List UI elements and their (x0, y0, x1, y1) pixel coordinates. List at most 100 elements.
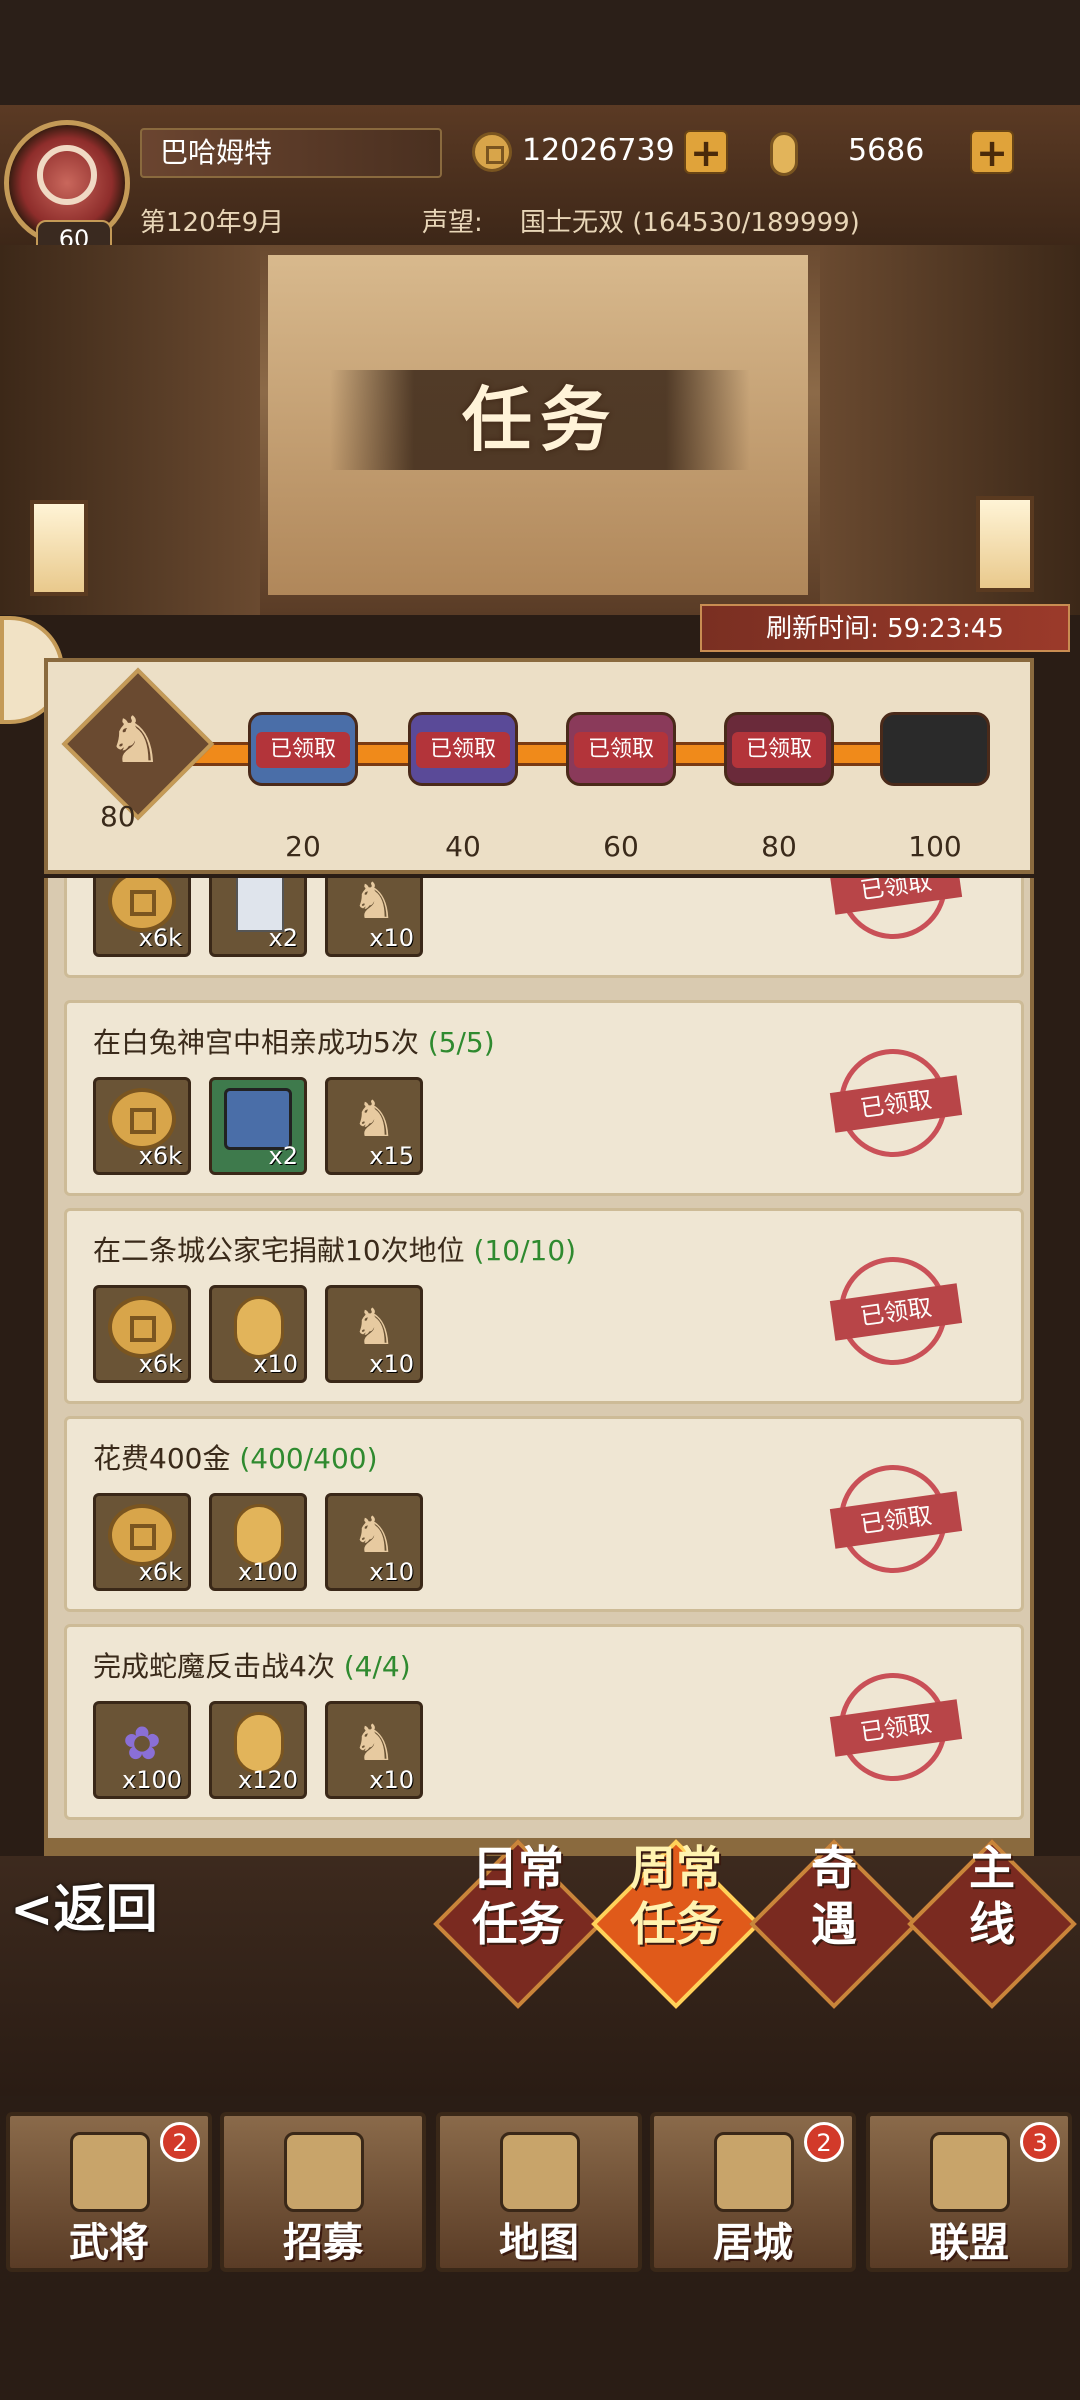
reward-item[interactable]: x100 (209, 1493, 307, 1591)
nav-label: 招募 (283, 2219, 363, 2266)
nav-label: 居城 (713, 2219, 793, 2266)
nav-recruit[interactable]: 招募 (220, 2112, 426, 2272)
tab-encounter-label: 奇 遇 (811, 1841, 857, 1951)
refresh-timer: 刷新时间: 59:23:45 (700, 604, 1070, 652)
task-card: 完成蛇魔反击战4次 (4/4) ✿ x100 x120 ♞ x10 已领取 (64, 1624, 1024, 1820)
reward-item[interactable]: ✿ x100 (93, 1701, 191, 1799)
reward-qty: x10 (253, 1350, 298, 1378)
reward-item[interactable]: x2 (209, 1077, 307, 1175)
milestone-chest-40[interactable]: 已领取 40 (408, 712, 518, 863)
player-name: 巴哈姆特 (140, 128, 442, 178)
task-title: 完成蛇魔反击战4次 (4/4) (93, 1645, 411, 1685)
lantern-right-icon (976, 496, 1034, 592)
claimed-label: 已领取 (256, 732, 350, 768)
ticket-amount: 5686 (848, 133, 925, 168)
task-card: 花费400金 (400/400) x6k x100 ♞ x10 已领取 (64, 1416, 1024, 1612)
claimed-label: 已领取 (829, 1075, 963, 1133)
reward-item[interactable]: x6k (93, 1493, 191, 1591)
nav-map[interactable]: 地图 (436, 2112, 642, 2272)
milestone-chest-100[interactable]: 100 (880, 712, 990, 863)
reward-item[interactable]: x6k (93, 1077, 191, 1175)
tab-daily-label: 日常 任务 (472, 1841, 564, 1951)
reward-qty: x2 (268, 924, 298, 952)
fame-label: 声望: (422, 208, 483, 238)
task-card: 在二条城公家宅捐献10次地位 (10/10) x6k x10 ♞ x10 已领取 (64, 1208, 1024, 1404)
reward-item[interactable]: ♞ x10 (325, 1285, 423, 1383)
claimed-label: 已领取 (574, 732, 668, 768)
nav-label: 地图 (499, 2219, 579, 2266)
reward-qty: x120 (237, 1766, 298, 1794)
reward-qty: x15 (369, 1142, 414, 1170)
tab-weekly-label: 周常 任务 (630, 1841, 722, 1951)
horse-icon: ♞ (351, 1506, 397, 1564)
horse-icon: ♞ (106, 704, 164, 778)
claimed-stamp: 已领取 (829, 1465, 963, 1573)
horse-icon: ♞ (351, 1298, 397, 1356)
reward-qty: x10 (369, 1558, 414, 1586)
task-card: 在白兔神宫中相亲成功5次 (5/5) x6k x2 ♞ x15 已领取 (64, 1000, 1024, 1196)
chest-icon (880, 712, 990, 786)
nav-generals[interactable]: 武将 2 (6, 2112, 212, 2272)
sword-rack-icon (284, 2132, 364, 2212)
game-date: 第120年9月 (140, 208, 285, 238)
claimed-label: 已领取 (416, 732, 510, 768)
gold-bar-icon (234, 1296, 284, 1358)
reward-qty: x10 (369, 924, 414, 952)
milestone-value: 40 (445, 830, 481, 863)
tab-main-story-label: 主 线 (969, 1841, 1015, 1951)
claimed-stamp: 已领取 (829, 878, 963, 939)
task-progress: (400/400) (239, 1442, 378, 1475)
reward-qty: x10 (369, 1350, 414, 1378)
notification-badge: 2 (804, 2122, 844, 2162)
milestone-value: 100 (908, 830, 962, 863)
claimed-stamp: 已领取 (829, 1673, 963, 1781)
status-bar-area (0, 0, 1080, 105)
notification-badge: 2 (160, 2122, 200, 2162)
reward-item[interactable]: x120 (209, 1701, 307, 1799)
add-gold-button[interactable]: + (684, 130, 728, 174)
nav-label: 武将 (69, 2219, 149, 2266)
activity-points-value: 80 (100, 800, 136, 833)
nav-alliance[interactable]: 联盟 3 (866, 2112, 1072, 2272)
claimed-stamp: 已领取 (829, 1049, 963, 1157)
horse-icon: ♞ (351, 1714, 397, 1772)
task-list[interactable]: x6k x2 ♞ x10 已领取 在白兔神宫中相亲成功5次 (5/5) x6k x… (44, 878, 1034, 1838)
reward-item[interactable]: x2 (209, 878, 307, 957)
add-ticket-button[interactable]: + (970, 130, 1014, 174)
flower-icon: ✿ (122, 1716, 162, 1770)
claimed-label: 已领取 (829, 1283, 963, 1341)
reward-qty: x6k (138, 1350, 182, 1378)
reward-qty: x6k (138, 1142, 182, 1170)
milestone-value: 80 (761, 830, 797, 863)
reward-qty: x100 (121, 1766, 182, 1794)
reward-item[interactable]: ♞ x10 (325, 1701, 423, 1799)
horse-icon: ♞ (351, 1090, 397, 1148)
castle-icon (714, 2132, 794, 2212)
milestone-value: 20 (285, 830, 321, 863)
reward-item[interactable]: x10 (209, 1285, 307, 1383)
reward-qty: x10 (369, 1766, 414, 1794)
fame-value: 国士无双 (164530/189999) (520, 208, 860, 238)
coin-icon (108, 1504, 176, 1566)
nav-castle[interactable]: 居城 2 (650, 2112, 856, 2272)
samurai-helmet-icon (70, 2132, 150, 2212)
claimed-label: 已领取 (829, 1491, 963, 1549)
scroll-map-icon (500, 2132, 580, 2212)
milestone-chest-80[interactable]: 已领取 80 (724, 712, 834, 863)
task-title-text: 在白兔神宫中相亲成功5次 (93, 1026, 419, 1059)
task-title: 在二条城公家宅捐献10次地位 (10/10) (93, 1229, 576, 1269)
back-button[interactable]: <返回 (10, 1860, 180, 1960)
reward-item[interactable]: ♞ x15 (325, 1077, 423, 1175)
reward-item[interactable]: x6k (93, 878, 191, 957)
milestone-chest-60[interactable]: 已领取 60 (566, 712, 676, 863)
reward-qty: x2 (268, 1142, 298, 1170)
activity-points-token: ♞ (61, 667, 215, 821)
reward-item[interactable]: ♞ x10 (325, 878, 423, 957)
task-progress: (5/5) (427, 1026, 495, 1059)
reward-item[interactable]: ♞ x10 (325, 1493, 423, 1591)
reward-item[interactable]: x6k (93, 1285, 191, 1383)
gold-bar-icon (770, 132, 798, 176)
clan-crest-icon (37, 145, 97, 205)
milestone-chest-20[interactable]: 已领取 20 (248, 712, 358, 863)
nav-label: 联盟 (929, 2219, 1009, 2266)
